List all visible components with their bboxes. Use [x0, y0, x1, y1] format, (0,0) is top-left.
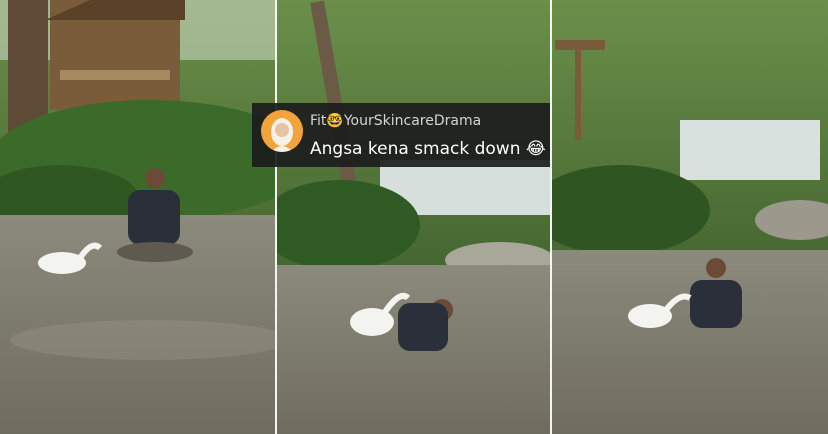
- username-suffix: YourSkincareDrama: [343, 113, 482, 129]
- photo-collage: [0, 0, 828, 434]
- photo-panel-2: [277, 0, 550, 434]
- avatar-portrait-icon: [271, 118, 293, 152]
- man-figure: [398, 299, 453, 351]
- avatar: [261, 110, 303, 152]
- river: [552, 250, 828, 434]
- panel-divider: [275, 0, 277, 434]
- laughing-tears-icon: 😂: [525, 139, 546, 159]
- panel-divider: [550, 0, 552, 434]
- photo-panel-1: [0, 0, 275, 434]
- nerd-face-icon: 🤓: [326, 113, 344, 129]
- username-prefix: Fit: [310, 113, 327, 129]
- comment-body: Angsa kena smack down: [310, 139, 521, 159]
- photo-panel-3: [552, 0, 828, 434]
- comment-username: Fit🤓YourSkincareDrama: [310, 113, 481, 129]
- comment-overlay: Fit🤓YourSkincareDrama Angsa kena smack d…: [252, 103, 550, 167]
- comment-text: Angsa kena smack down 😂: [310, 139, 546, 159]
